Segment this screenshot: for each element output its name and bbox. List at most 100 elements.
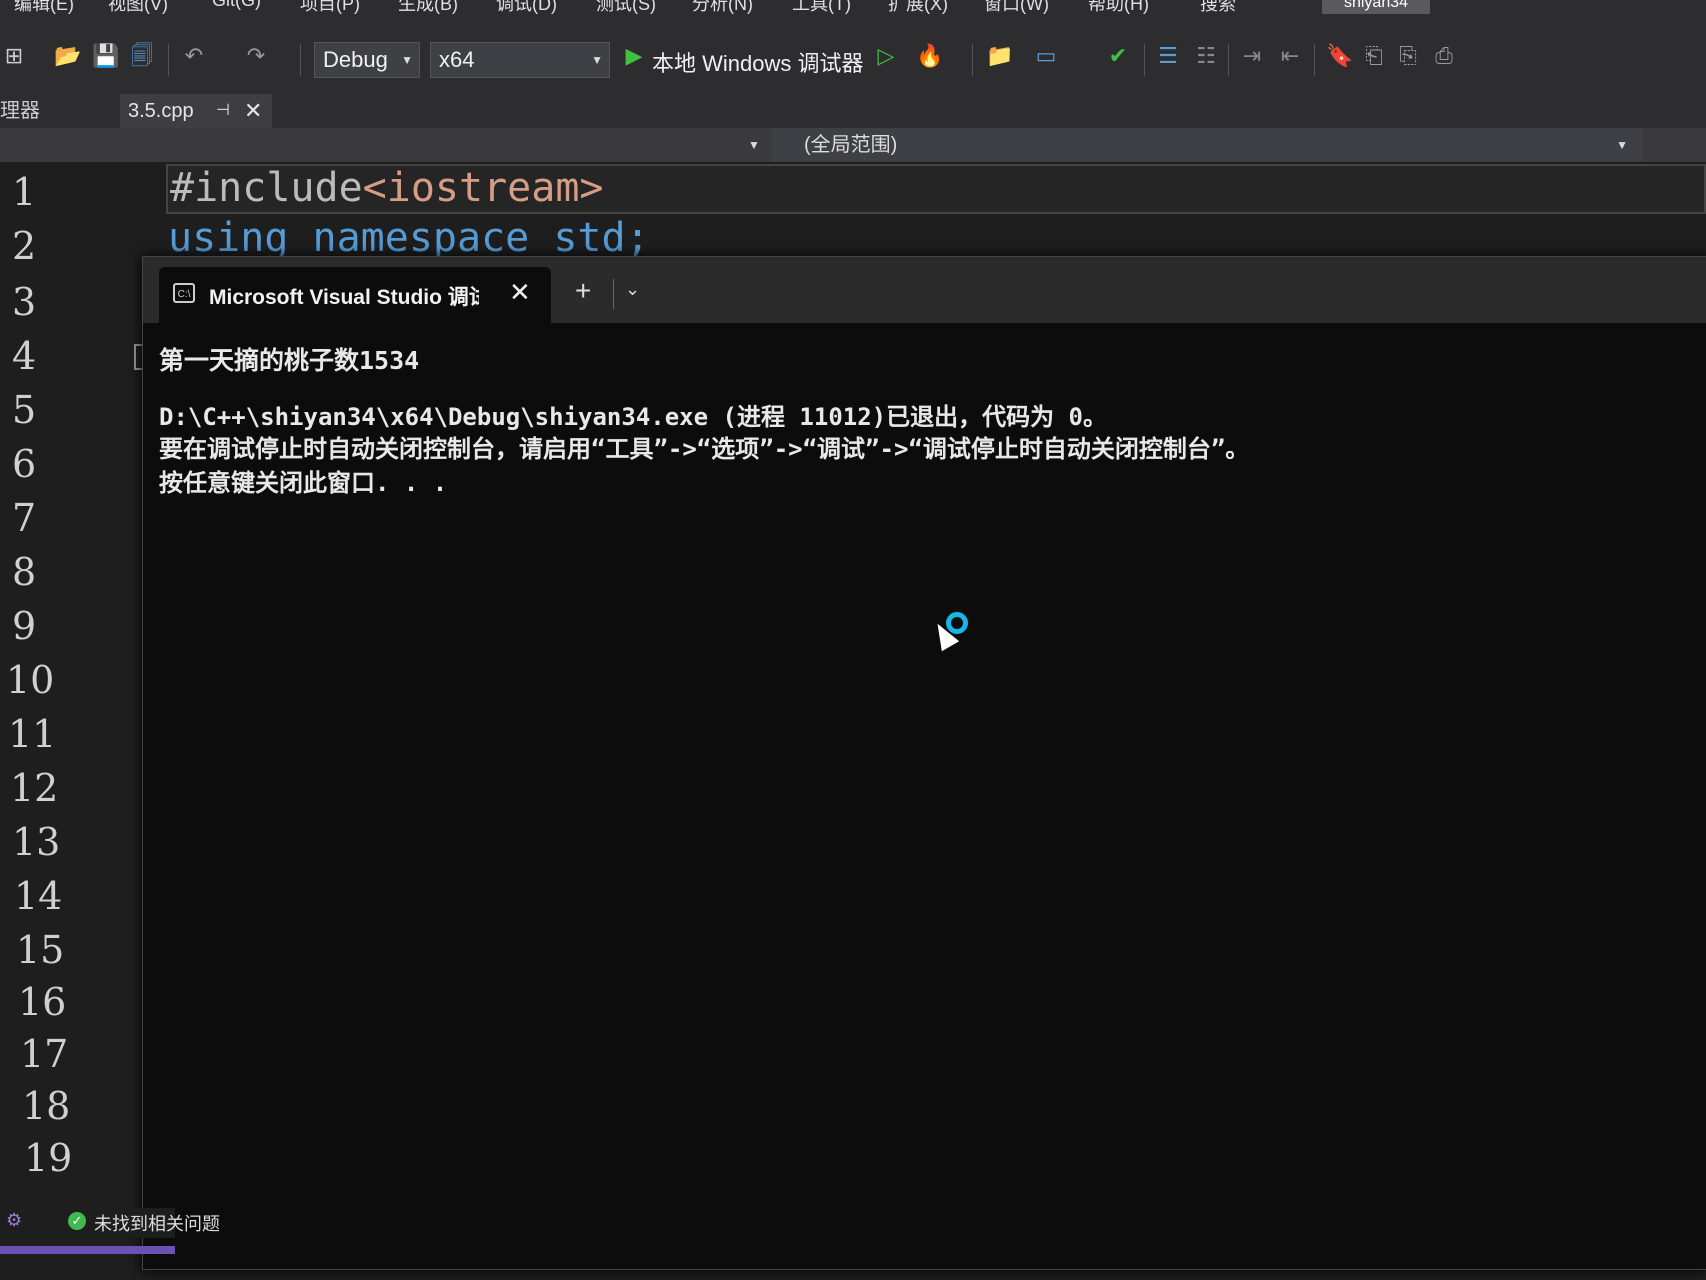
close-icon[interactable]: ✕	[509, 277, 531, 308]
configuration-select[interactable]: Debug ▼	[314, 42, 420, 78]
clear-bookmark-icon[interactable]: ⎙	[1432, 44, 1456, 68]
line-number: 18	[22, 1084, 71, 1128]
line-number: 19	[24, 1136, 73, 1180]
start-debugging-button[interactable]: 本地 Windows 调试器	[652, 46, 863, 78]
new-tab-icon[interactable]: +	[575, 275, 591, 307]
menu-git[interactable]: Git(G)	[212, 0, 261, 11]
line-number: 2	[12, 224, 37, 268]
code-line-2[interactable]: using namespace std;	[168, 216, 650, 260]
scope-select[interactable]: (全局范围) ▼	[772, 128, 1642, 162]
menu-project[interactable]: 项目(P)	[300, 0, 360, 14]
start-debug-icon[interactable]: ▶	[622, 44, 646, 68]
menu-test[interactable]: 测试(S)	[596, 0, 656, 14]
tab-label: 理器	[0, 100, 40, 122]
hot-reload-icon[interactable]: 🔥	[916, 44, 943, 68]
tab-solution-explorer[interactable]: 理器	[0, 94, 112, 128]
navigation-bar: ▼ (全局范围) ▼	[0, 128, 1706, 163]
line-number: 12	[10, 766, 59, 810]
window-layout-icon[interactable]: ▭	[1034, 44, 1058, 68]
console-output-line: 要在调试停止时自动关闭控制台，请启用“工具”->“选项”->“调试”->“调试停…	[159, 435, 1250, 463]
toolbar: ⊞ 📂 💾 🗐 ↶ ↷ Debug ▼ x64 ▼ ▶ 本地 Windows 调…	[0, 14, 1706, 94]
uncomment-icon[interactable]: ☷	[1194, 44, 1218, 68]
debug-console-window[interactable]: C:\ Microsoft Visual Studio 调试控制台 ✕ + ⌄ …	[142, 256, 1706, 1270]
menu-tools[interactable]: 工具(T)	[792, 0, 851, 14]
toolbar-separator	[1314, 44, 1315, 76]
line-number-gutter: 1 2 3 4 5 6 7 8 9 10 11 12 13 14 15 16 1…	[0, 162, 160, 1222]
toolbar-separator	[1228, 44, 1229, 76]
new-project-icon[interactable]: ⊞	[2, 44, 26, 68]
platform-value: x64	[439, 47, 475, 72]
menu-analyze[interactable]: 分析(N)	[692, 0, 753, 14]
console-tab[interactable]: C:\ Microsoft Visual Studio 调试控制台 ✕	[159, 267, 551, 323]
chevron-down-icon: ▼	[401, 53, 413, 67]
preprocessor-directive: #include	[170, 165, 363, 211]
status-bar: ⚙ ✓ 未找到相关问题	[0, 1208, 220, 1238]
line-number: 13	[12, 820, 61, 864]
line-number: 5	[12, 388, 37, 432]
menu-help[interactable]: 帮助(H)	[1088, 0, 1149, 14]
console-titlebar: C:\ Microsoft Visual Studio 调试控制台 ✕ + ⌄	[143, 257, 1706, 323]
line-number: 9	[12, 604, 37, 648]
console-output-line: 第一天摘的桃子数1534	[159, 346, 420, 375]
menu-build[interactable]: 生成(B)	[398, 0, 458, 14]
check-icon[interactable]: ✔	[1106, 44, 1130, 68]
menu-edit[interactable]: 编辑(E)	[14, 0, 74, 14]
tab-separator	[613, 279, 614, 309]
line-number: 14	[14, 874, 63, 918]
line-number: 15	[16, 928, 65, 972]
indent-icon[interactable]: ⇥	[1240, 44, 1264, 68]
toolbar-separator	[300, 44, 301, 76]
search-menu[interactable]: 搜索	[1200, 0, 1236, 14]
tab-label: 3.5.cpp	[128, 100, 194, 122]
platform-select[interactable]: x64 ▼	[430, 42, 610, 78]
include-header: <iostream>	[362, 165, 604, 211]
close-icon[interactable]: ✕	[244, 94, 262, 128]
save-all-icon[interactable]: 🗐	[130, 44, 154, 68]
console-tab-title: Microsoft Visual Studio 调试控制台	[209, 286, 479, 309]
chevron-down-icon[interactable]: ▼	[748, 128, 760, 162]
outdent-icon[interactable]: ⇤	[1278, 44, 1302, 68]
configuration-value: Debug	[323, 47, 388, 72]
prev-bookmark-icon[interactable]: ⎗	[1362, 44, 1386, 68]
pin-icon[interactable]: ⊣	[216, 94, 230, 128]
line-number: 1	[12, 170, 37, 214]
line-number: 17	[20, 1032, 69, 1076]
check-circle-icon: ✓	[68, 1212, 86, 1230]
document-tab-strip: 理器 3.5.cpp ⊣ ✕	[0, 94, 1706, 128]
menu-window[interactable]: 窗口(W)	[984, 0, 1049, 14]
busy-spinner-icon	[946, 612, 968, 634]
comment-icon[interactable]: ☰	[1156, 44, 1180, 68]
line-number: 3	[12, 280, 37, 324]
line-number: 11	[8, 712, 57, 756]
bookmark-icon[interactable]: 🔖	[1326, 44, 1353, 68]
toolbar-separator	[168, 44, 169, 76]
intellisense-icon[interactable]: ⚙	[6, 1210, 22, 1231]
save-icon[interactable]: 💾	[92, 44, 119, 68]
status-accent-strip	[0, 1246, 175, 1254]
tab-3-5-cpp[interactable]: 3.5.cpp ⊣ ✕	[120, 94, 272, 128]
line-number: 8	[12, 550, 37, 594]
console-output-line: D:\C++\shiyan34\x64\Debug\shiyan34.exe (…	[159, 403, 1108, 431]
start-without-debug-icon[interactable]: ▷	[874, 44, 898, 68]
line-number: 16	[18, 980, 67, 1024]
undo-icon[interactable]: ↶	[182, 44, 206, 68]
toolbar-separator	[972, 44, 973, 76]
line-number: 6	[12, 442, 37, 486]
issues-status[interactable]: 未找到相关问题	[94, 1210, 220, 1236]
line-number: 4	[12, 334, 37, 378]
redo-icon[interactable]: ↷	[244, 44, 268, 68]
line-number: 7	[12, 496, 37, 540]
toolbar-separator	[1144, 44, 1145, 76]
solution-explorer-icon[interactable]: 📁	[986, 44, 1013, 68]
line-number: 10	[6, 658, 55, 702]
menu-extensions[interactable]: 扩展(X)	[888, 0, 948, 14]
menu-view[interactable]: 视图(V)	[108, 0, 168, 14]
chevron-down-icon: ▼	[1616, 138, 1628, 152]
menu-debug[interactable]: 调试(D)	[496, 0, 557, 14]
console-output-line: 按任意键关闭此窗口. . .	[159, 469, 448, 497]
next-bookmark-icon[interactable]: ⎘	[1396, 44, 1420, 68]
terminal-icon: C:\	[173, 283, 195, 303]
chevron-down-icon[interactable]: ⌄	[625, 279, 640, 300]
open-folder-icon[interactable]: 📂	[54, 44, 81, 68]
code-line-1[interactable]: #include<iostream>	[166, 164, 1706, 214]
